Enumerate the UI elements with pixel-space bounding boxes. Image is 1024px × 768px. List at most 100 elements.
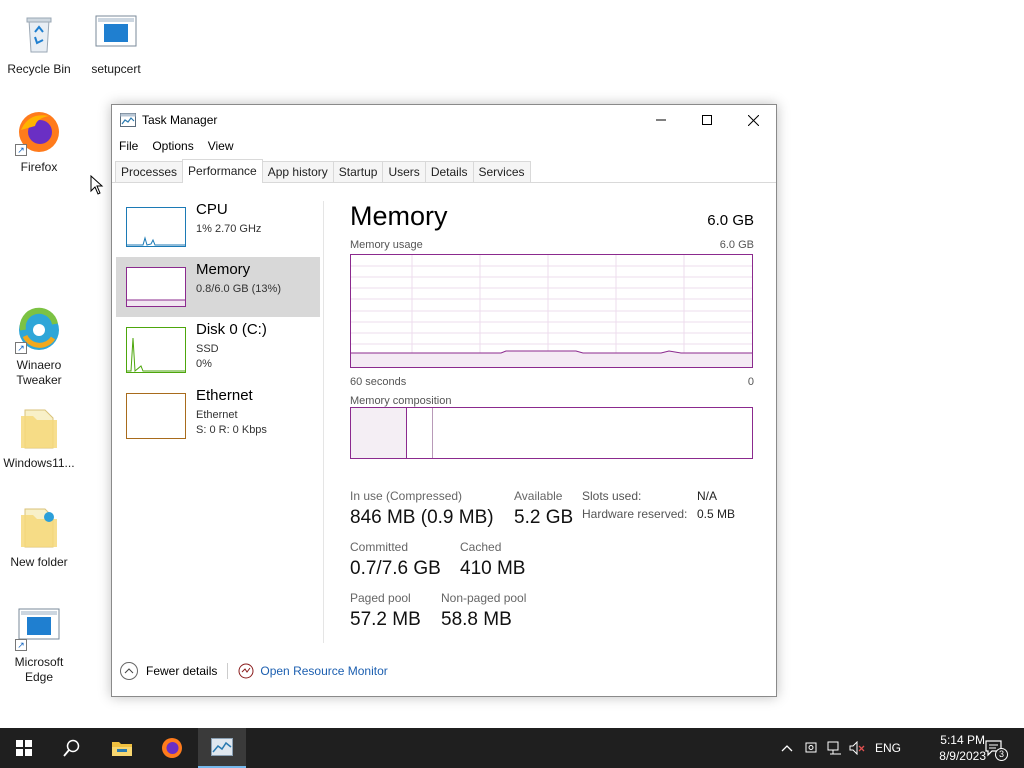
memory-mini-graph (126, 267, 186, 307)
desktop-icon-label: Winaero Tweaker (16, 358, 62, 387)
desktop-icon-firefox[interactable]: ↗ Firefox (1, 108, 77, 175)
resource-name: CPU (196, 201, 228, 218)
desktop-icon-label: Windows11... (3, 456, 75, 470)
tab-users[interactable]: Users (382, 161, 426, 182)
taskbar-clock[interactable]: 5:14 PM 8/9/2023 (939, 732, 986, 764)
chevron-up-icon[interactable] (120, 662, 138, 680)
clock-date: 8/9/2023 (939, 749, 986, 763)
time-axis-right: 0 (747, 376, 754, 388)
minimize-button[interactable] (638, 105, 684, 135)
task-manager-icon (211, 738, 233, 756)
close-icon (747, 114, 759, 126)
tray-network[interactable] (826, 728, 844, 768)
maximize-button[interactable] (684, 105, 730, 135)
taskbar: ENG 5:14 PM 8/9/2023 3 (0, 728, 1024, 768)
usage-label: Memory usage (350, 239, 423, 251)
minimize-icon (656, 119, 666, 121)
resource-item-disk[interactable]: Disk 0 (C:) SSD 0% (116, 317, 320, 377)
tray-meet-now[interactable] (802, 728, 820, 768)
slots-used-label: Slots used: (582, 489, 642, 503)
desktop-icon-windows11-folder[interactable]: Windows11... (1, 404, 77, 471)
hardware-reserved-value: 0.5 MB (697, 507, 736, 521)
task-manager-window[interactable]: Task Manager File Options View Processes… (111, 104, 777, 697)
resource-detail: S: 0 R: 0 Kbps (196, 424, 267, 436)
resource-item-ethernet[interactable]: Ethernet Ethernet S: 0 R: 0 Kbps (116, 383, 320, 443)
composition-in-use (351, 408, 407, 458)
webcam-icon (805, 742, 817, 753)
winaero-tweaker-icon: ↗ (15, 306, 63, 354)
resource-item-cpu[interactable]: CPU 1% 2.70 GHz (116, 197, 320, 257)
close-button[interactable] (730, 105, 776, 135)
pane-divider (323, 201, 324, 643)
edge-icon: ↗ (15, 603, 63, 651)
search-icon (63, 739, 80, 757)
file-explorer-icon (112, 742, 132, 756)
disk-mini-graph (126, 327, 186, 373)
non-paged-pool-label: Non-paged pool (441, 591, 527, 605)
desktop-icon-label: setupcert (91, 62, 141, 76)
resource-name: Ethernet (196, 387, 253, 404)
desktop-icon-winaero-tweaker[interactable]: ↗ Winaero Tweaker (1, 306, 77, 388)
resource-detail: 0% (196, 358, 212, 370)
tray-volume[interactable] (848, 728, 866, 768)
mouse-cursor-icon (90, 174, 104, 200)
tab-services[interactable]: Services (472, 161, 531, 182)
folder-icon (15, 503, 63, 551)
search-button[interactable] (48, 728, 96, 768)
shortcut-arrow-icon: ↗ (15, 342, 27, 354)
tab-app-history[interactable]: App history (261, 161, 334, 182)
tab-processes[interactable]: Processes (115, 161, 184, 182)
shortcut-arrow-icon: ↗ (15, 144, 27, 156)
desktop-icon-setupcert[interactable]: setupcert (78, 10, 154, 77)
recycle-bin-icon (15, 10, 63, 58)
non-paged-pool-value: 58.8 MB (441, 609, 512, 630)
memory-usage-graph (350, 254, 753, 368)
resource-name: Disk 0 (C:) (196, 321, 267, 338)
tab-details[interactable]: Details (424, 161, 474, 182)
clock-time: 5:14 PM (940, 733, 985, 747)
tab-performance[interactable]: Performance (182, 159, 263, 183)
fewer-details-link[interactable]: Fewer details (146, 664, 217, 678)
taskbar-task-manager[interactable] (198, 728, 246, 768)
available-label: Available (514, 489, 563, 503)
resource-name: Memory (196, 261, 251, 278)
desktop-icon-label: Recycle Bin (7, 62, 71, 76)
desktop-icon-microsoft-edge[interactable]: ↗ Microsoft Edge (1, 603, 77, 685)
taskbar-file-explorer[interactable] (98, 728, 146, 768)
menu-view[interactable]: View (208, 139, 234, 153)
usage-max-label: 6.0 GB (719, 239, 754, 251)
footer-bar: Fewer details Open Resource Monitor (120, 662, 388, 680)
menu-file[interactable]: File (119, 139, 138, 153)
taskbar-firefox[interactable] (148, 728, 196, 768)
hardware-reserved-label: Hardware reserved: (582, 507, 688, 521)
in-use-label: In use (Compressed) (350, 489, 463, 503)
resource-monitor-icon (238, 663, 254, 679)
resource-item-memory[interactable]: Memory 0.8/6.0 GB (13%) (116, 257, 320, 317)
paged-pool-label: Paged pool (350, 591, 411, 605)
cached-value: 410 MB (460, 558, 526, 579)
desktop-icon-recycle-bin[interactable]: Recycle Bin (1, 10, 77, 77)
resource-detail: 0.8/6.0 GB (13%) (196, 283, 281, 295)
network-icon (827, 741, 841, 755)
tab-startup[interactable]: Startup (332, 161, 384, 182)
available-value: 5.2 GB (514, 507, 574, 528)
desktop-icon-label: Microsoft Edge (14, 655, 64, 684)
tray-language[interactable]: ENG (872, 728, 904, 768)
slots-used-value: N/A (697, 489, 718, 503)
menu-options[interactable]: Options (152, 139, 193, 153)
tab-bar: Processes Performance App history Startu… (112, 157, 776, 183)
detail-title: Memory (350, 201, 448, 231)
tray-overflow-button[interactable] (778, 728, 796, 768)
start-button[interactable] (0, 728, 48, 768)
memory-composition-bar (350, 407, 753, 459)
composition-label: Memory composition (350, 395, 452, 407)
open-resource-monitor-link[interactable]: Open Resource Monitor (260, 664, 387, 678)
title-bar[interactable]: Task Manager (112, 105, 776, 135)
desktop-icon-new-folder[interactable]: New folder (1, 503, 77, 570)
action-center-button[interactable]: 3 (980, 728, 1010, 768)
firefox-icon (162, 738, 182, 758)
task-manager-icon (120, 113, 136, 127)
resource-detail: 1% 2.70 GHz (196, 223, 262, 235)
desktop-icon-label: Firefox (20, 160, 58, 174)
folder-icon (15, 404, 63, 452)
